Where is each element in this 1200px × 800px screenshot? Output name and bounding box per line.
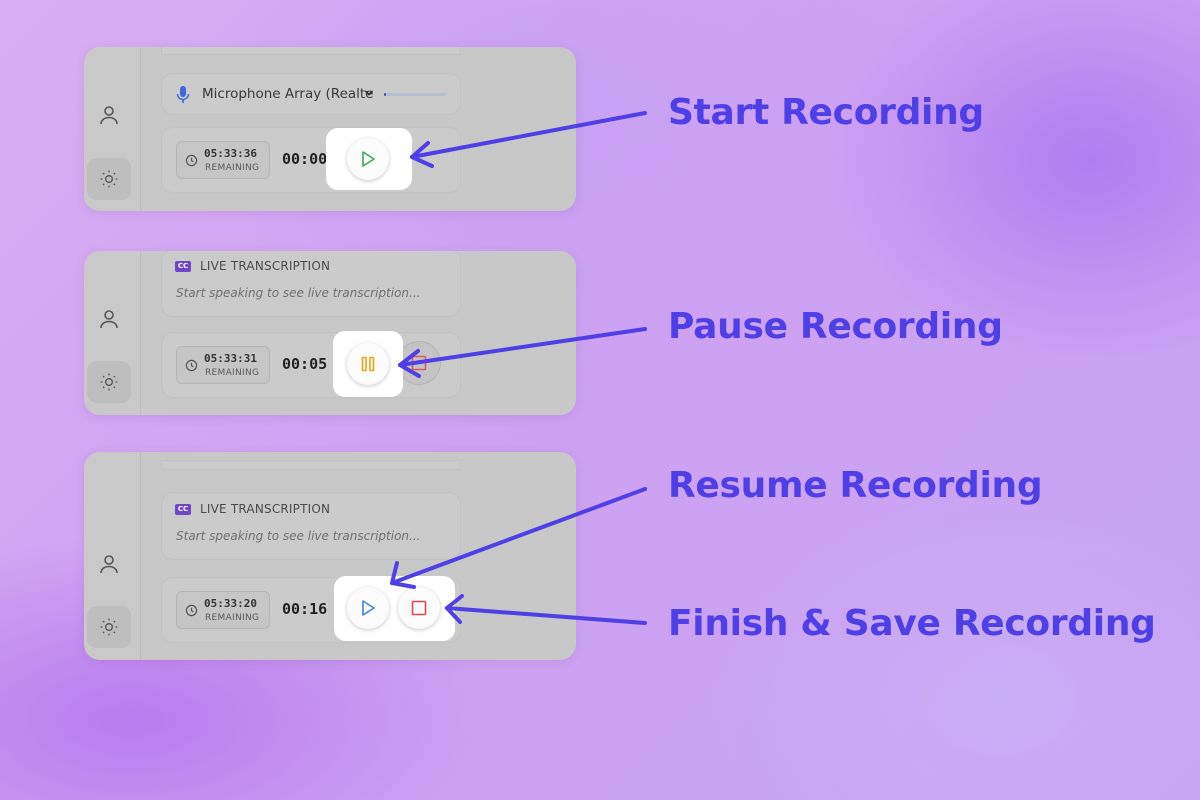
recording-controls: 05:33:36 REMAINING 00:00 <box>161 127 461 193</box>
sun-icon <box>100 618 118 636</box>
recorder-panel-paused: CC LIVE TRANSCRIPTION Start speaking to … <box>84 452 576 660</box>
elapsed-time: 00:00 <box>282 150 328 168</box>
stop-recording-button[interactable] <box>398 342 440 384</box>
user-icon <box>100 310 118 329</box>
start-recording-button[interactable] <box>347 138 389 180</box>
pause-recording-button[interactable] <box>347 343 389 385</box>
input-level-meter <box>384 93 446 96</box>
stop-icon <box>411 600 427 616</box>
profile-button[interactable] <box>87 94 131 136</box>
profile-button[interactable] <box>87 298 131 340</box>
transcription-placeholder: Start speaking to see live transcription… <box>176 529 421 543</box>
side-rail <box>84 47 141 211</box>
sun-icon <box>100 373 118 391</box>
transcription-title: LIVE TRANSCRIPTION <box>200 259 331 273</box>
finish-save-recording-button[interactable] <box>398 587 440 629</box>
remaining-label: REMAINING <box>205 613 260 623</box>
elapsed-time: 00:16 <box>282 600 328 618</box>
live-transcription-card: CC LIVE TRANSCRIPTION Start speaking to … <box>161 251 461 317</box>
side-rail <box>84 452 141 660</box>
microphone-icon <box>176 86 190 103</box>
remaining-time-box: 05:33:31 REMAINING <box>176 346 270 384</box>
remaining-label: REMAINING <box>205 368 260 378</box>
clock-icon <box>185 604 198 617</box>
elapsed-time: 00:05 <box>282 355 328 373</box>
finish-save-recording-label: Finish & Save Recording <box>668 603 1156 644</box>
input-level-fill <box>384 93 386 96</box>
remaining-time: 05:33:36 <box>204 147 257 160</box>
theme-toggle-button[interactable] <box>87 606 131 648</box>
chevron-down-icon <box>364 90 374 96</box>
cc-badge: CC <box>175 261 191 272</box>
theme-toggle-button[interactable] <box>87 361 131 403</box>
theme-toggle-button[interactable] <box>87 158 131 200</box>
pause-icon <box>361 356 375 372</box>
start-recording-label: Start Recording <box>668 92 984 133</box>
transcription-title: LIVE TRANSCRIPTION <box>200 502 331 516</box>
play-icon <box>362 151 375 167</box>
user-icon <box>100 106 118 125</box>
microphone-selector[interactable]: Microphone Array (Realte <box>161 73 461 115</box>
stop-icon <box>411 355 427 371</box>
microphone-name: Microphone Array (Realte <box>202 86 374 102</box>
remaining-time-box: 05:33:36 REMAINING <box>176 141 270 179</box>
cc-badge: CC <box>175 504 191 515</box>
transcription-placeholder: Start speaking to see live transcription… <box>176 286 421 300</box>
resume-icon <box>362 600 375 616</box>
card-edge <box>161 460 461 470</box>
pause-recording-label: Pause Recording <box>668 306 1003 347</box>
user-icon <box>100 555 118 574</box>
resume-recording-label: Resume Recording <box>668 465 1043 506</box>
remaining-time-box: 05:33:20 REMAINING <box>176 591 270 629</box>
remaining-time: 05:33:31 <box>204 352 257 365</box>
remaining-label: REMAINING <box>205 163 260 173</box>
remaining-time: 05:33:20 <box>204 597 257 610</box>
profile-button[interactable] <box>87 543 131 585</box>
side-rail <box>84 251 141 415</box>
live-transcription-card: CC LIVE TRANSCRIPTION Start speaking to … <box>161 492 461 560</box>
card-edge <box>161 47 461 55</box>
clock-icon <box>185 154 198 167</box>
recorder-panel-recording: CC LIVE TRANSCRIPTION Start speaking to … <box>84 251 576 415</box>
sun-icon <box>100 170 118 188</box>
resume-recording-button[interactable] <box>347 587 389 629</box>
clock-icon <box>185 359 198 372</box>
